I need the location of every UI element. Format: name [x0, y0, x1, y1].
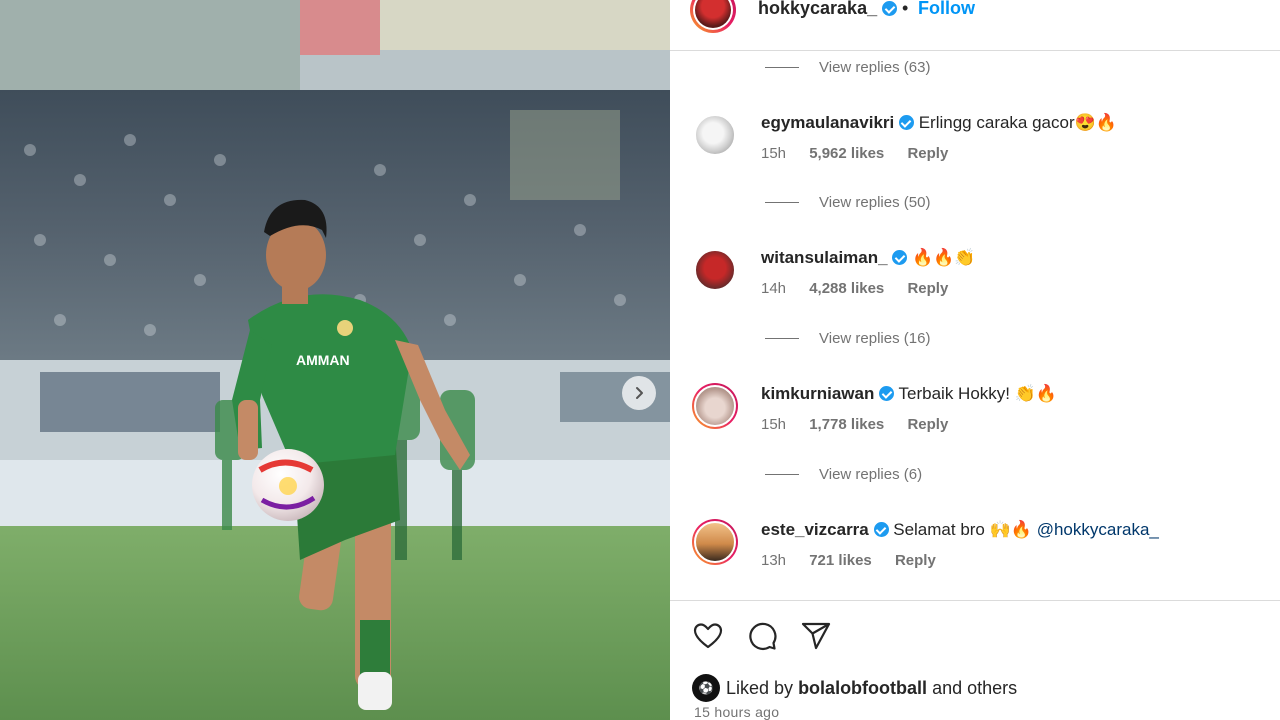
view-replies-button[interactable]: View replies (50) [765, 194, 930, 211]
next-image-button[interactable] [622, 376, 656, 410]
author-username[interactable]: hokkycaraka_ [758, 0, 898, 19]
liked-others[interactable]: and others [932, 678, 1017, 699]
comment-meta: 14h 4,288 likes Reply [761, 280, 967, 297]
comment-meta: 15h 1,778 likes Reply [761, 416, 967, 433]
reply-button[interactable]: Reply [907, 280, 948, 297]
comment-emojis: 🔥🔥👏 [912, 248, 976, 267]
liked-prefix: Liked by [726, 677, 794, 698]
view-replies-label[interactable]: View replies (63) [819, 59, 930, 76]
comment-body: Selamat bro [893, 520, 985, 539]
comment-likes[interactable]: 5,962 likes [809, 145, 884, 162]
view-replies-label[interactable]: View replies (16) [819, 330, 930, 347]
view-replies-button[interactable]: View replies (6) [765, 466, 922, 483]
actions-divider [670, 600, 1280, 601]
comment-item: este_vizcarra Selamat bro 🙌🔥 @hokkycarak… [670, 519, 1280, 589]
comment-body: Erlingg caraka gacor [918, 113, 1075, 132]
share-icon [801, 622, 831, 650]
commenter-avatar[interactable] [692, 383, 738, 429]
view-replies-button[interactable]: View replies (16) [765, 330, 930, 347]
liker-username[interactable]: bolalobfootball [798, 678, 927, 699]
comment-text: kimkurniawan Terbaik Hokky! 👏🔥 [761, 383, 1057, 405]
comment-body: Terbaik Hokky! [898, 384, 1011, 403]
chevron-right-icon [636, 387, 643, 399]
liker-avatar[interactable]: ⚽ [692, 674, 720, 702]
view-replies-label[interactable]: View replies (50) [819, 194, 930, 211]
comment-item: witansulaiman_ 🔥🔥👏 14h 4,288 likes Reply [670, 247, 1280, 317]
comment-text: witansulaiman_ 🔥🔥👏 [761, 247, 976, 269]
comment-likes[interactable]: 721 likes [809, 552, 872, 569]
comment-icon [749, 622, 777, 650]
view-replies-label[interactable]: View replies (6) [819, 466, 922, 483]
commenter-avatar[interactable] [692, 247, 738, 293]
share-button[interactable] [800, 620, 832, 652]
author-username-text[interactable]: hokkycaraka_ [758, 0, 877, 18]
post-timestamp[interactable]: 15 hours ago [694, 704, 779, 720]
divider-line [765, 202, 799, 203]
comment-text: este_vizcarra Selamat bro 🙌🔥 @hokkycarak… [761, 519, 1159, 541]
comment-emojis: 👏🔥 [1014, 384, 1058, 403]
comment-emojis: 😍🔥 [1074, 113, 1117, 132]
comment-item: kimkurniawan Terbaik Hokky! 👏🔥 15h 1,778… [670, 383, 1280, 453]
like-button[interactable] [692, 620, 724, 652]
football [252, 449, 324, 521]
comment-likes[interactable]: 4,288 likes [809, 280, 884, 297]
commenter-username[interactable]: kimkurniawan [761, 384, 874, 403]
follow-button[interactable]: Follow [918, 0, 975, 19]
comments-panel: hokkycaraka_ • Follow View replies (63) … [670, 0, 1280, 720]
comment-time[interactable]: 15h [761, 145, 786, 162]
heart-icon [693, 623, 723, 649]
commenter-username[interactable]: egymaulanavikri [761, 113, 894, 132]
verified-icon [873, 522, 889, 537]
comment-time[interactable]: 15h [761, 416, 786, 433]
comment-button[interactable] [746, 620, 778, 652]
comment-likes[interactable]: 1,778 likes [809, 416, 884, 433]
comment-text: egymaulanavikri Erlingg caraka gacor😍🔥 [761, 112, 1117, 134]
verified-icon [879, 386, 895, 401]
commenter-avatar[interactable] [692, 519, 738, 565]
jersey-text: AMMAN [296, 352, 350, 368]
commenter-avatar[interactable] [692, 112, 738, 158]
mention-link[interactable]: @hokkycaraka_ [1037, 520, 1159, 539]
reply-button[interactable]: Reply [907, 416, 948, 433]
separator-dot: • [902, 0, 909, 18]
reply-button[interactable]: Reply [907, 145, 948, 162]
comment-meta: 13h 721 likes Reply [761, 552, 955, 569]
comment-meta: 15h 5,962 likes Reply [761, 145, 967, 162]
comment-time[interactable]: 14h [761, 280, 786, 297]
view-replies-button[interactable]: View replies (63) [765, 59, 930, 76]
comment-item: egymaulanavikri Erlingg caraka gacor😍🔥 1… [670, 112, 1280, 182]
verified-icon [898, 115, 914, 130]
post-image: AMMAN [0, 0, 670, 720]
post-header: hokkycaraka_ • Follow [670, 0, 1280, 51]
verified-icon [882, 1, 898, 16]
author-avatar[interactable] [690, 0, 736, 33]
reply-button[interactable]: Reply [895, 552, 936, 569]
verified-icon [892, 250, 908, 265]
divider-line [765, 338, 799, 339]
football-photo: AMMAN [0, 0, 670, 720]
liked-by: ⚽ Liked by bolalobfootball and others [692, 674, 1017, 702]
divider-line [765, 67, 799, 68]
comment-time[interactable]: 13h [761, 552, 786, 569]
commenter-username[interactable]: este_vizcarra [761, 520, 869, 539]
comment-emojis: 🙌🔥 [989, 520, 1032, 539]
divider-line [765, 474, 799, 475]
commenter-username[interactable]: witansulaiman_ [761, 248, 888, 267]
